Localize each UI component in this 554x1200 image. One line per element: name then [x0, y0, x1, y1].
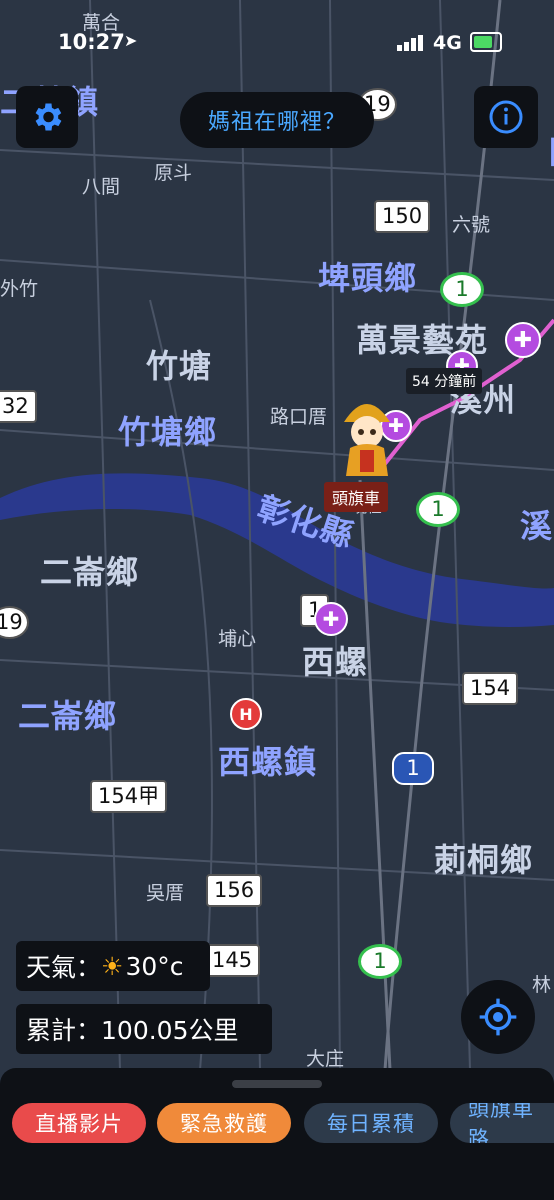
- map-label: 莿桐鄉: [434, 841, 534, 879]
- map-label: 路口厝: [270, 406, 328, 428]
- map-label: 外竹: [0, 278, 39, 300]
- route-sign: 156: [206, 874, 263, 908]
- hospital-icon[interactable]: H: [230, 698, 262, 730]
- locate-me-button[interactable]: [461, 980, 535, 1054]
- crosshair-icon: [479, 998, 517, 1036]
- map-label: 大庄: [306, 1048, 345, 1070]
- map-label: 二崙鄉: [18, 697, 118, 735]
- mazu-avatar-icon[interactable]: [338, 390, 396, 478]
- tab-head-vehicle-route[interactable]: 頭旗車路: [450, 1103, 554, 1143]
- page-title[interactable]: 媽祖在哪裡？: [180, 92, 374, 148]
- highway-sign: 1: [358, 944, 402, 980]
- medical-pin-icon[interactable]: ✚: [314, 602, 348, 636]
- total-value: 100.05公里: [101, 1016, 239, 1045]
- highway-sign: 1: [440, 272, 484, 308]
- route-sign: 32: [0, 390, 37, 424]
- weather-card: 天氣： ☀ 30°c: [16, 941, 210, 991]
- gear-icon: [35, 103, 62, 131]
- total-label: 累計：: [26, 1016, 102, 1045]
- map-label: 六號: [452, 214, 491, 236]
- map-label: 原斗: [154, 162, 193, 184]
- highway-sign: 1: [416, 492, 460, 528]
- head-vehicle-tag[interactable]: 頭旗車: [324, 482, 389, 512]
- weather-label: 天氣：: [26, 953, 102, 982]
- tab-daily-total[interactable]: 每日累積: [304, 1103, 438, 1143]
- status-time: 10:27: [58, 30, 125, 54]
- route-sign: 150: [374, 200, 431, 234]
- sheet-handle[interactable]: [232, 1080, 322, 1088]
- network-type: 4G: [433, 32, 462, 54]
- eta-badge: 54 分鐘前: [406, 368, 483, 394]
- map-label: 西螺鎮: [218, 743, 318, 781]
- map-label: 日: [546, 136, 554, 168]
- map-label: 埔心: [218, 628, 257, 650]
- map-label: 林: [532, 974, 552, 996]
- battery-icon: [470, 32, 502, 52]
- location-arrow-icon: ➤: [124, 31, 138, 50]
- map-label: 吳厝: [146, 882, 185, 904]
- cellular-signal-icon: [397, 35, 423, 51]
- map-label: 八間: [82, 176, 121, 198]
- medical-pin-icon[interactable]: ✚: [505, 322, 541, 358]
- map-label: 竹塘鄉: [118, 413, 218, 451]
- status-bar: 10:27 ➤ 4G: [0, 0, 554, 80]
- map-label: 二崙鄉: [40, 553, 140, 591]
- weather-value: 30°c: [125, 951, 184, 981]
- map-label: 埤頭鄉: [318, 259, 418, 297]
- map-label: 竹塘: [146, 347, 213, 385]
- sun-icon: ☀: [101, 951, 124, 981]
- total-distance-card: 累計： 100.05公里: [16, 1004, 272, 1054]
- map-label: 溪: [520, 507, 554, 545]
- route-sign: 154甲: [90, 780, 168, 814]
- route-sign: 154: [462, 672, 519, 706]
- tab-emergency-aid[interactable]: 緊急救護: [157, 1103, 291, 1143]
- route-sign: 145: [204, 944, 261, 978]
- info-icon: [489, 100, 523, 134]
- map-label: 西螺: [302, 643, 369, 681]
- settings-button[interactable]: [16, 86, 78, 148]
- tab-live-video[interactable]: 直播影片: [12, 1103, 146, 1143]
- info-button[interactable]: [474, 86, 538, 148]
- freeway-sign: 1: [392, 752, 434, 786]
